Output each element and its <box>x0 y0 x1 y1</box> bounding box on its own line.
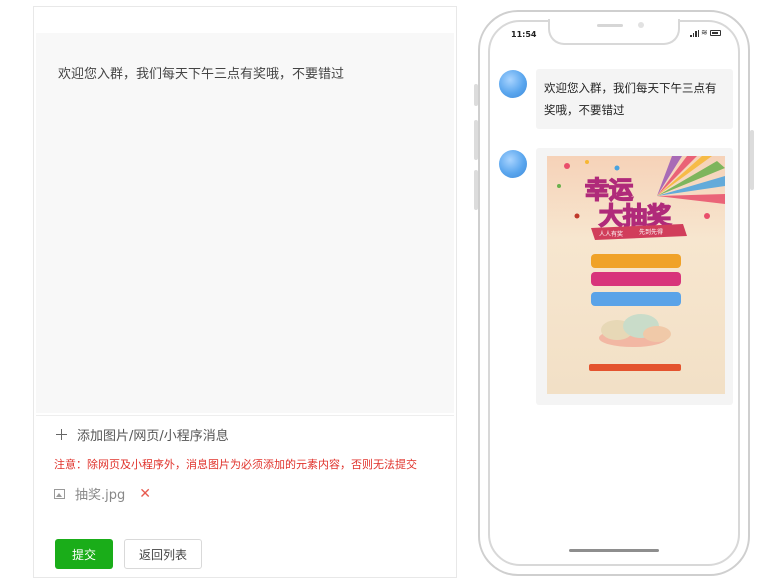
poster-bar-blue <box>591 292 681 306</box>
poster-bar-orange <box>591 254 681 268</box>
welcome-message-text: 欢迎您入群，我们每天下午三点有奖哦，不要错过 <box>58 67 345 82</box>
avatar <box>499 150 527 178</box>
phone-volume-down <box>474 170 478 210</box>
image-icon <box>54 488 65 499</box>
add-attachment-button[interactable]: 添加图片/网页/小程序消息 <box>56 425 229 444</box>
back-to-list-button[interactable]: 返回列表 <box>124 539 202 569</box>
signal-icon <box>690 29 699 37</box>
chat-message-bubble: 欢迎您入群，我们每天下午三点有奖哦，不要错过 <box>536 69 733 129</box>
notice-text: 注意：除网页及小程序外，消息图片为必须添加的元素内容，否则无法提交 <box>54 458 417 471</box>
chat-message-text: 欢迎您入群，我们每天下午三点有奖哦，不要错过 <box>544 81 717 117</box>
phone-mute-switch <box>474 84 478 106</box>
phone-volume-up <box>474 120 478 160</box>
poster-bottom-bar <box>589 364 681 371</box>
message-text-area[interactable]: 欢迎您入群，我们每天下午三点有奖哦，不要错过 <box>36 33 454 413</box>
attachment-file-name[interactable]: 抽奖.jpg <box>75 484 125 503</box>
poster-ribbon-right: 先到先得 <box>639 228 663 236</box>
avatar <box>499 70 527 98</box>
message-editor-panel: 欢迎您入群，我们每天下午三点有奖哦，不要错过 添加图片/网页/小程序消息 注意：… <box>33 6 457 578</box>
phone-power-button <box>750 130 754 190</box>
status-time: 11:54 <box>511 30 537 39</box>
poster-ribbon-left: 人人有奖 <box>599 230 623 238</box>
plus-icon <box>56 429 67 440</box>
divider <box>36 415 454 416</box>
attachment-item: 抽奖.jpg ✕ <box>54 484 151 503</box>
poster-bar-pink <box>591 272 681 286</box>
lottery-poster-image: 幸运 大抽奖 人人有奖 先到先得 <box>547 156 725 394</box>
submit-button[interactable]: 提交 <box>55 539 113 569</box>
home-indicator <box>569 549 659 552</box>
battery-icon <box>709 30 721 36</box>
poster-title-line1: 幸运 <box>585 176 633 204</box>
add-attachment-label: 添加图片/网页/小程序消息 <box>77 429 229 444</box>
phone-notch <box>548 19 680 45</box>
wifi-icon: ≋ <box>701 28 708 37</box>
speaker-icon <box>597 24 623 27</box>
camera-icon <box>638 22 644 28</box>
remove-attachment-icon[interactable]: ✕ <box>139 486 151 502</box>
status-icons: ≋ <box>690 29 721 37</box>
